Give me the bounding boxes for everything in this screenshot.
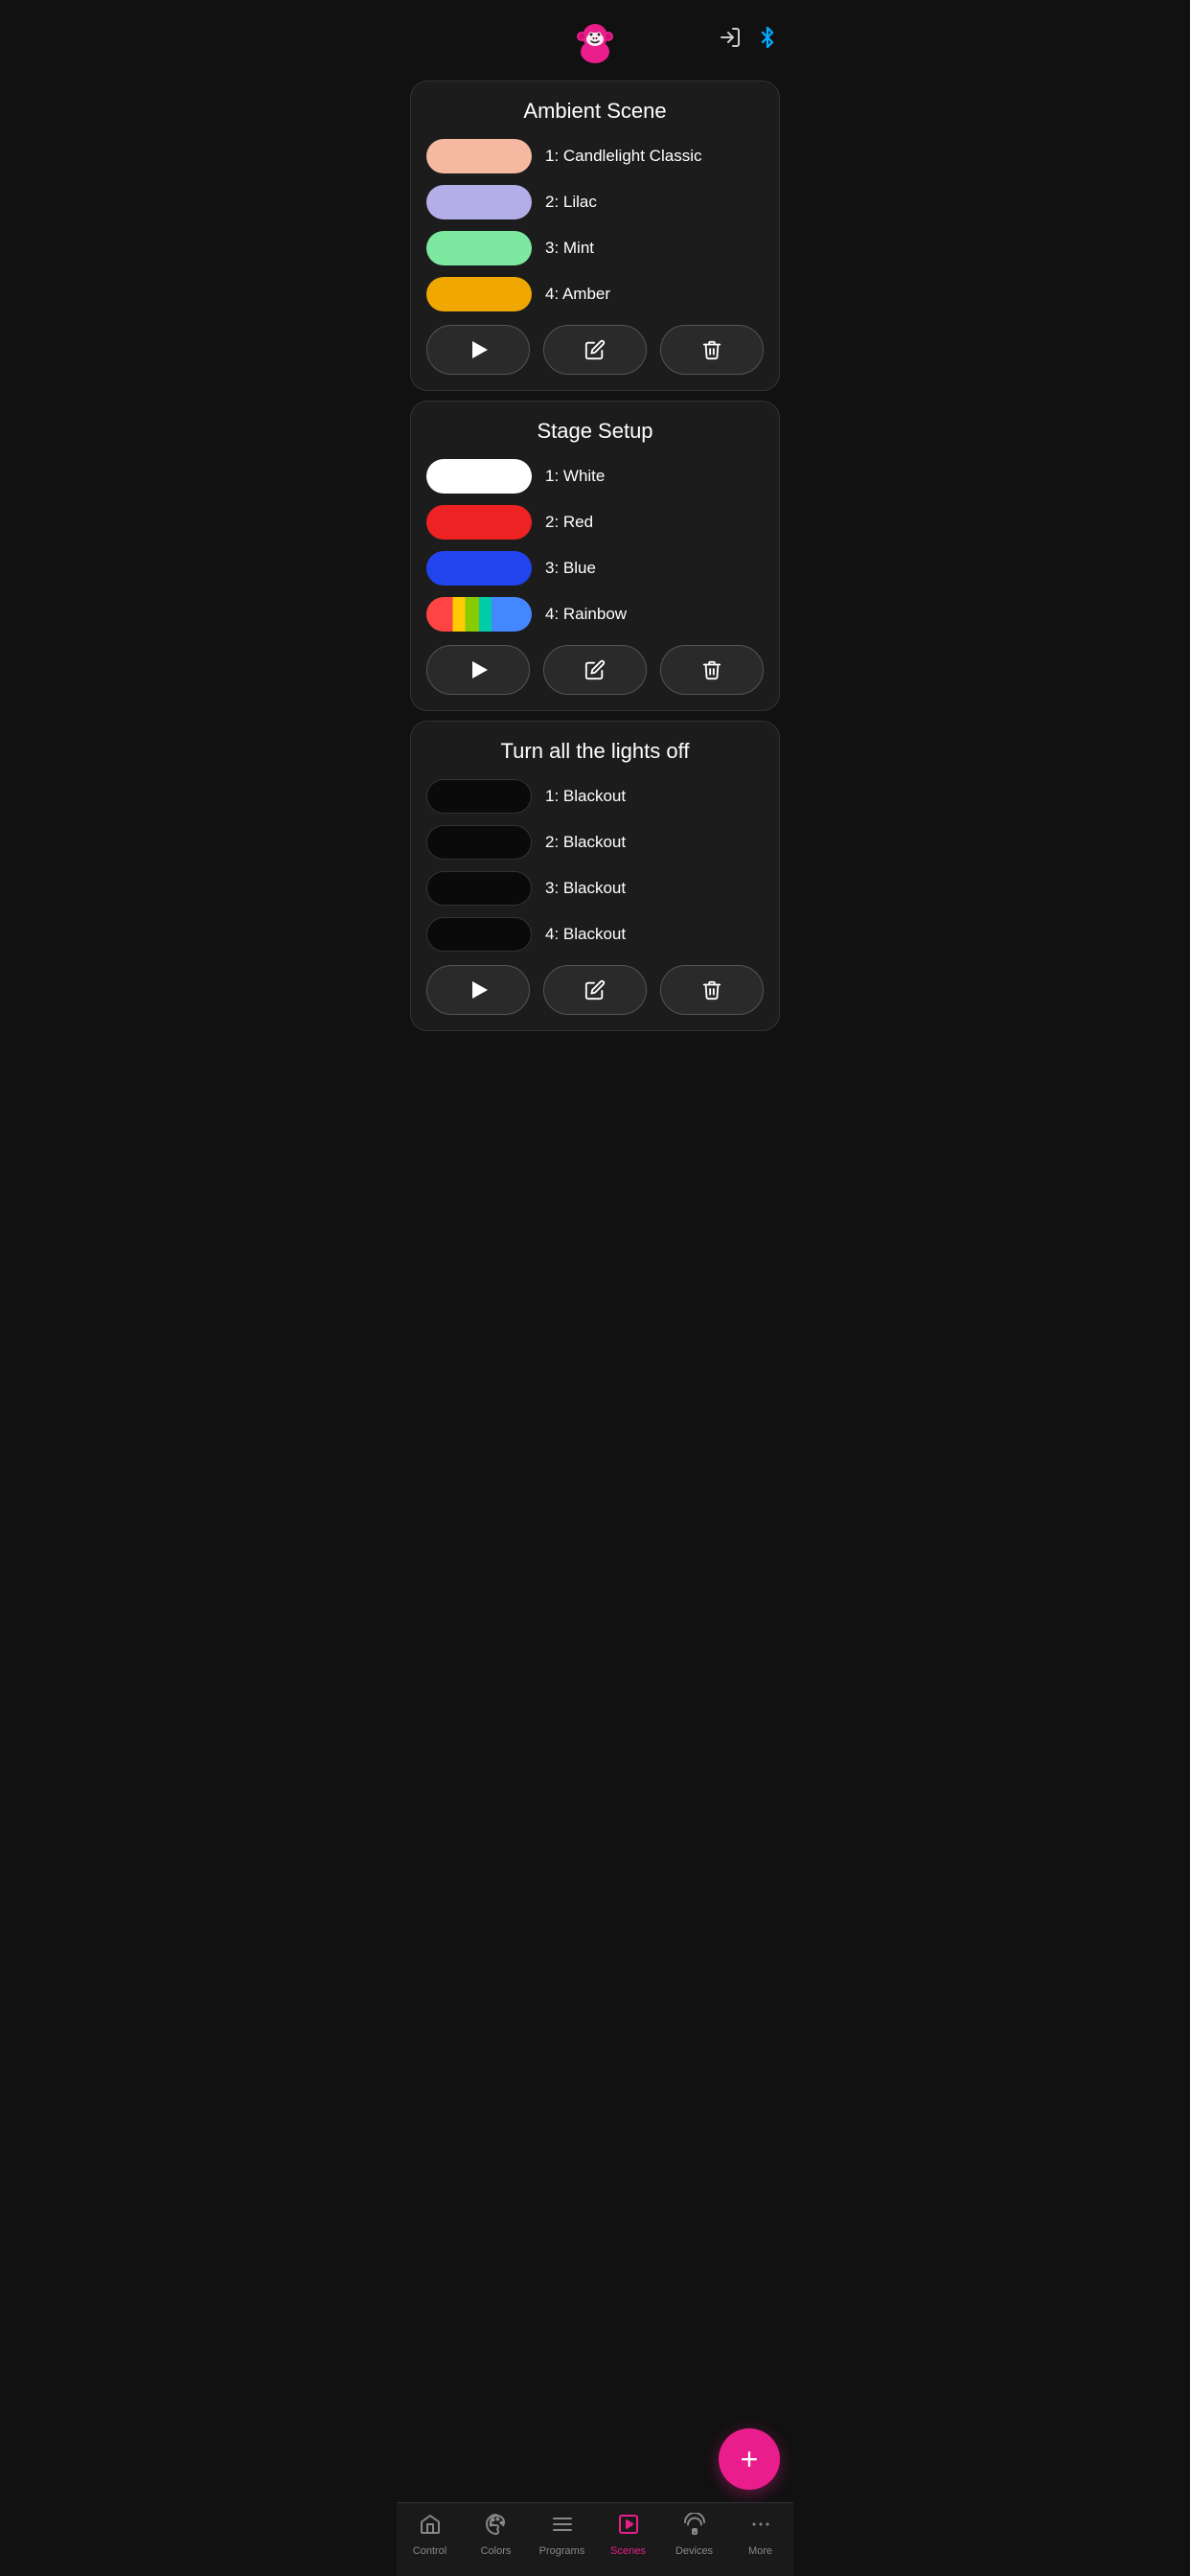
stage-color-row-2: 2: Red <box>426 505 764 540</box>
action-buttons-ambient <box>426 325 764 375</box>
scene-title-stage: Stage Setup <box>426 419 764 444</box>
scene-card-stage: Stage Setup 1: White 2: Red 3: Blue 4: R… <box>410 401 780 711</box>
color-label-ambient-4: 4: Amber <box>545 285 610 304</box>
swatch-ambient-4 <box>426 277 532 311</box>
bluetooth-icon[interactable] <box>757 27 778 54</box>
edit-button-ambient[interactable] <box>543 325 647 375</box>
scenes-icon <box>617 2513 640 2542</box>
swatch-lights-off-1 <box>426 779 532 814</box>
swatch-stage-rainbow <box>426 597 532 632</box>
scene-card-lights-off: Turn all the lights off 1: Blackout 2: B… <box>410 721 780 1031</box>
nav-item-devices[interactable]: Devices <box>666 2513 723 2557</box>
color-label-stage-3: 3: Blue <box>545 559 596 578</box>
color-row-4: 4: Amber <box>426 277 764 311</box>
edit-button-stage[interactable] <box>543 645 647 695</box>
play-icon-stage <box>472 661 488 678</box>
nav-label-scenes: Scenes <box>610 2545 646 2557</box>
swatch-ambient-3 <box>426 231 532 265</box>
stage-color-row-1: 1: White <box>426 459 764 494</box>
trash-icon-ambient <box>701 339 722 360</box>
play-icon-lights-off <box>472 981 488 999</box>
swatch-ambient-2 <box>426 185 532 219</box>
more-icon <box>749 2513 772 2542</box>
nav-item-more[interactable]: More <box>732 2513 790 2557</box>
color-row-1: 1: Candlelight Classic <box>426 139 764 173</box>
play-button-lights-off[interactable] <box>426 965 530 1015</box>
color-label-stage-2: 2: Red <box>545 513 593 532</box>
color-label-ambient-3: 3: Mint <box>545 239 594 258</box>
color-label-stage-1: 1: White <box>545 467 605 486</box>
color-label-stage-4: 4: Rainbow <box>545 605 627 624</box>
stage-color-row-3: 3: Blue <box>426 551 764 586</box>
palette-icon <box>485 2513 508 2542</box>
swatch-stage-2 <box>426 505 532 540</box>
lights-off-color-row-2: 2: Blackout <box>426 825 764 860</box>
nav-label-colors: Colors <box>481 2545 512 2557</box>
nav-item-colors[interactable]: Colors <box>468 2513 525 2557</box>
pencil-icon-ambient <box>584 339 606 360</box>
swatch-ambient-1 <box>426 139 532 173</box>
lights-off-color-row-1: 1: Blackout <box>426 779 764 814</box>
app-logo <box>570 15 620 65</box>
pencil-icon-stage <box>584 659 606 680</box>
swatch-lights-off-2 <box>426 825 532 860</box>
play-button-stage[interactable] <box>426 645 530 695</box>
nav-item-scenes[interactable]: Scenes <box>600 2513 657 2557</box>
color-row-2: 2: Lilac <box>426 185 764 219</box>
header <box>397 0 793 77</box>
lights-off-color-row-4: 4: Blackout <box>426 917 764 952</box>
devices-icon <box>683 2513 706 2542</box>
play-button-ambient[interactable] <box>426 325 530 375</box>
swatch-stage-1 <box>426 459 532 494</box>
delete-button-ambient[interactable] <box>660 325 764 375</box>
header-actions <box>719 26 778 55</box>
color-row-3: 3: Mint <box>426 231 764 265</box>
house-icon <box>419 2513 442 2542</box>
stage-color-row-4: 4: Rainbow <box>426 597 764 632</box>
play-icon-ambient <box>472 341 488 358</box>
delete-button-stage[interactable] <box>660 645 764 695</box>
trash-icon-lights-off <box>701 979 722 1000</box>
nav-label-programs: Programs <box>539 2545 585 2557</box>
nav-label-control: Control <box>413 2545 446 2557</box>
lights-off-color-row-3: 3: Blackout <box>426 871 764 906</box>
nav-item-control[interactable]: Control <box>401 2513 459 2557</box>
login-icon[interactable] <box>719 26 742 55</box>
action-buttons-stage <box>426 645 764 695</box>
swatch-stage-3 <box>426 551 532 586</box>
color-label-lights-off-1: 1: Blackout <box>545 787 626 806</box>
color-label-lights-off-4: 4: Blackout <box>545 925 626 944</box>
delete-button-lights-off[interactable] <box>660 965 764 1015</box>
action-buttons-lights-off <box>426 965 764 1015</box>
add-scene-fab[interactable]: + <box>719 2428 780 2490</box>
scenes-list: Ambient Scene 1: Candlelight Classic 2: … <box>397 77 793 2576</box>
pencil-icon-lights-off <box>584 979 606 1000</box>
nav-label-more: More <box>748 2545 772 2557</box>
scene-title-lights-off: Turn all the lights off <box>426 739 764 764</box>
color-label-ambient-1: 1: Candlelight Classic <box>545 147 701 166</box>
color-label-lights-off-3: 3: Blackout <box>545 879 626 898</box>
nav-label-devices: Devices <box>675 2545 713 2557</box>
programs-icon <box>551 2513 574 2542</box>
scene-card-ambient: Ambient Scene 1: Candlelight Classic 2: … <box>410 80 780 391</box>
scene-title-ambient: Ambient Scene <box>426 99 764 124</box>
color-label-lights-off-2: 2: Blackout <box>545 833 626 852</box>
edit-button-lights-off[interactable] <box>543 965 647 1015</box>
nav-item-programs[interactable]: Programs <box>534 2513 591 2557</box>
swatch-lights-off-3 <box>426 871 532 906</box>
swatch-lights-off-4 <box>426 917 532 952</box>
color-label-ambient-2: 2: Lilac <box>545 193 597 212</box>
bottom-nav: Control Colors Programs <box>397 2502 793 2576</box>
trash-icon-stage <box>701 659 722 680</box>
